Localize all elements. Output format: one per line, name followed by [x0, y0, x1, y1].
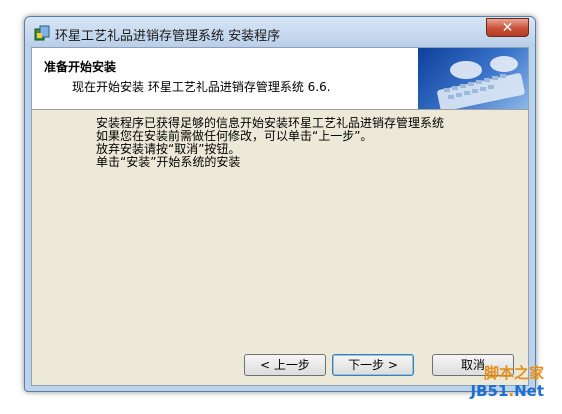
title-bar[interactable]: 环星工艺礼品进销存管理系统 安装程序 ✕: [25, 17, 535, 47]
installer-icon: [33, 24, 51, 42]
close-button[interactable]: ✕: [486, 18, 529, 37]
back-button[interactable]: < 上一步: [244, 354, 326, 376]
install-message: 安装程序已获得足够的信息开始安装环星工艺礼品进销存管理系统 如果您在安装前需做任…: [96, 117, 444, 169]
close-icon: ✕: [501, 20, 514, 36]
watermark-site-name: JB51: [470, 382, 509, 400]
dialog-client-area: 准备开始安装 现在开始安装 环星工艺礼品进销存管理系统 6.6. 安装程序已获得…: [31, 47, 529, 386]
page-title: 准备开始安装: [44, 60, 117, 74]
window-title: 环星工艺礼品进销存管理系统 安装程序: [55, 29, 281, 44]
keyboard-banner-image: [418, 48, 528, 109]
site-watermark: 脚本之家 JB51.Net: [460, 362, 545, 402]
page-subtitle: 现在开始安装 环星工艺礼品进销存管理系统 6.6.: [72, 80, 331, 94]
header-panel: 准备开始安装 现在开始安装 环星工艺礼品进销存管理系统 6.6.: [32, 48, 528, 110]
watermark-bottom-text: JB51.Net: [471, 382, 545, 400]
message-line: 单击“安装”开始系统的安装: [96, 155, 241, 169]
watermark-site-suffix: Net: [514, 382, 544, 400]
watermark-top-text: 脚本之家: [483, 364, 544, 382]
next-button[interactable]: 下一步 >: [332, 354, 414, 376]
installer-window: 环星工艺礼品进销存管理系统 安装程序 ✕ 准备开始安装 现在开始安装 环星工艺礼…: [24, 16, 536, 392]
